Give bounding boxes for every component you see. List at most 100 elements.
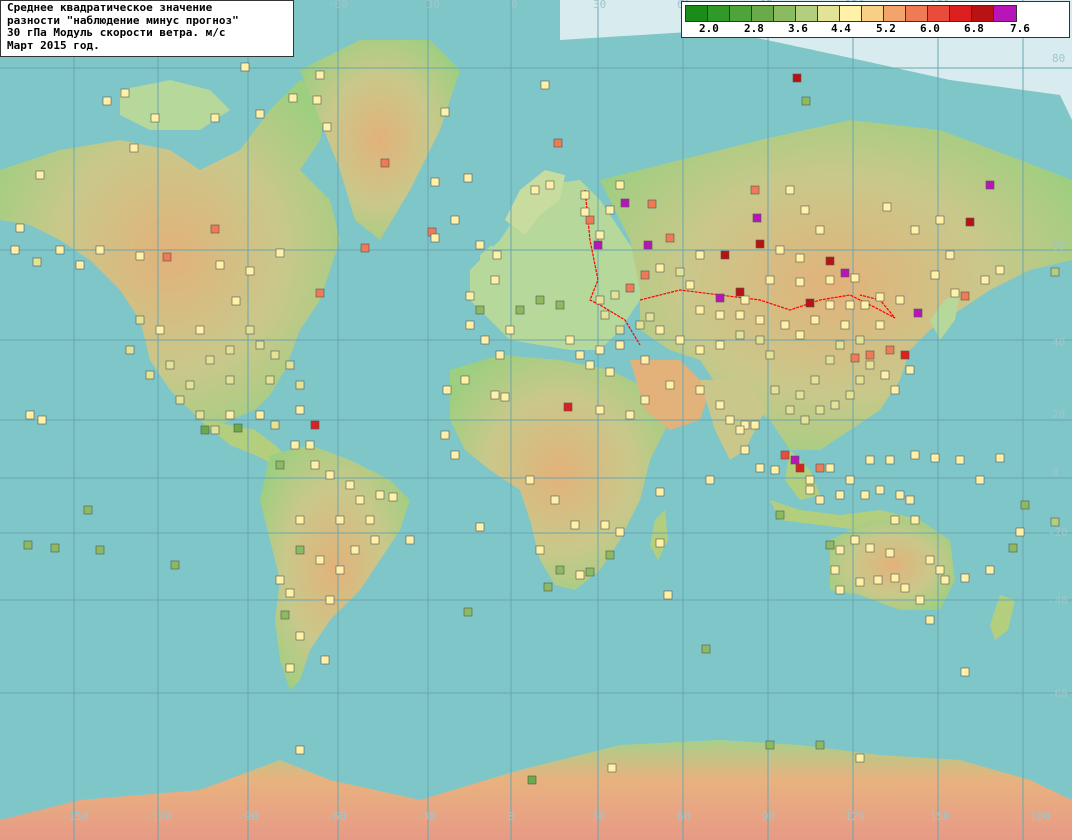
station-marker — [930, 270, 940, 280]
station-marker — [775, 510, 785, 520]
lon-top-label: 0 — [511, 0, 518, 11]
station-marker — [780, 450, 790, 460]
station-marker — [795, 463, 805, 473]
station-marker — [280, 610, 290, 620]
station-marker — [800, 415, 810, 425]
station-marker — [905, 365, 915, 375]
station-marker — [785, 405, 795, 415]
station-marker — [640, 270, 650, 280]
station-marker — [865, 455, 875, 465]
station-marker — [475, 522, 485, 532]
station-marker — [755, 315, 765, 325]
station-marker — [860, 490, 870, 500]
station-marker — [295, 405, 305, 415]
station-marker — [801, 96, 811, 106]
lon-bottom-label: 120 — [845, 810, 865, 823]
station-marker — [535, 545, 545, 555]
title-line: Март 2015 год. — [7, 38, 100, 52]
station-marker — [231, 296, 241, 306]
station-marker — [980, 275, 990, 285]
station-marker — [795, 277, 805, 287]
station-marker — [345, 480, 355, 490]
station-marker — [525, 475, 535, 485]
station-marker — [450, 215, 460, 225]
station-marker — [175, 395, 185, 405]
station-marker — [37, 415, 47, 425]
station-marker — [960, 573, 970, 583]
station-marker — [25, 410, 35, 420]
station-marker — [555, 565, 565, 575]
station-marker — [225, 375, 235, 385]
station-marker — [865, 360, 875, 370]
station-marker — [752, 213, 762, 223]
station-marker — [10, 245, 20, 255]
station-marker — [825, 300, 835, 310]
station-marker — [233, 423, 243, 433]
station-marker — [792, 73, 802, 83]
station-marker — [585, 215, 595, 225]
station-marker — [620, 198, 630, 208]
station-marker — [285, 663, 295, 673]
lon-bottom-label: -120 — [145, 810, 172, 823]
station-marker — [540, 80, 550, 90]
station-marker — [830, 565, 840, 575]
station-marker — [575, 350, 585, 360]
station-marker — [170, 560, 180, 570]
station-marker — [755, 463, 765, 473]
station-marker — [570, 520, 580, 530]
station-marker — [830, 400, 840, 410]
station-marker — [805, 298, 815, 308]
station-marker — [600, 520, 610, 530]
station-marker — [855, 753, 865, 763]
lon-bottom-label: 30 — [592, 810, 605, 823]
station-marker — [960, 291, 970, 301]
station-marker — [600, 310, 610, 320]
station-marker — [835, 340, 845, 350]
station-marker — [915, 595, 925, 605]
station-marker — [615, 180, 625, 190]
station-marker — [750, 420, 760, 430]
station-marker — [900, 350, 910, 360]
station-marker — [935, 565, 945, 575]
station-marker — [150, 113, 160, 123]
station-marker — [135, 251, 145, 261]
station-marker — [715, 340, 725, 350]
lon-bottom-label: -60 — [326, 810, 346, 823]
lat-right-label: 40 — [1052, 336, 1065, 349]
station-marker — [810, 375, 820, 385]
station-marker — [580, 207, 590, 217]
station-marker — [575, 570, 585, 580]
station-marker — [527, 775, 537, 785]
station-marker — [595, 230, 605, 240]
station-marker — [270, 350, 280, 360]
station-marker — [463, 173, 473, 183]
station-marker — [322, 122, 332, 132]
station-marker — [890, 515, 900, 525]
station-marker — [701, 644, 711, 654]
station-marker — [515, 305, 525, 315]
station-marker — [795, 253, 805, 263]
station-marker — [320, 655, 330, 665]
station-marker — [675, 335, 685, 345]
station-marker — [655, 487, 665, 497]
station-marker — [325, 595, 335, 605]
station-marker — [840, 268, 850, 278]
station-marker — [463, 607, 473, 617]
station-marker — [125, 345, 135, 355]
station-marker — [765, 350, 775, 360]
station-marker — [35, 170, 45, 180]
lon-bottom-label: -90 — [238, 810, 258, 823]
station-marker — [840, 320, 850, 330]
station-marker — [655, 325, 665, 335]
station-marker — [885, 455, 895, 465]
station-marker — [95, 245, 105, 255]
station-marker — [492, 250, 502, 260]
station-marker — [795, 390, 805, 400]
lat-right-label: 80 — [1052, 52, 1065, 65]
station-marker — [310, 420, 320, 430]
station-marker — [440, 430, 450, 440]
station-marker — [913, 308, 923, 318]
station-marker — [120, 88, 130, 98]
station-marker — [685, 280, 695, 290]
station-marker — [129, 143, 139, 153]
